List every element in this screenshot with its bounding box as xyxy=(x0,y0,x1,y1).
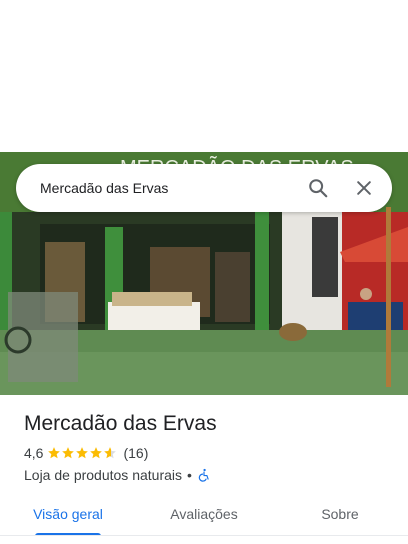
star-icon xyxy=(62,447,75,459)
star-icon xyxy=(48,447,61,459)
place-details-panel: MERCADÃO DAS ERVAS xyxy=(0,0,408,544)
star-icon xyxy=(104,447,117,459)
tab-reviews[interactable]: Avaliações xyxy=(136,500,272,544)
rating-row[interactable]: 4,6 (16) xyxy=(24,444,384,462)
tabs-divider xyxy=(0,535,408,536)
review-count: (16) xyxy=(123,445,149,461)
tab-about[interactable]: Sobre xyxy=(272,500,408,544)
search-bar[interactable]: Mercadão das Ervas xyxy=(16,164,392,212)
star-icon xyxy=(90,447,103,459)
place-category: Loja de produtos naturais xyxy=(24,467,182,483)
clear-search-button[interactable] xyxy=(344,168,384,208)
wheelchair-accessible-icon xyxy=(198,468,209,482)
star-rating xyxy=(47,446,117,460)
close-icon xyxy=(357,181,371,195)
star-icon xyxy=(76,447,89,459)
place-tabs: Visão geral Avaliações Sobre xyxy=(0,500,408,544)
tab-reviews-label: Avaliações xyxy=(170,506,238,522)
search-input[interactable]: Mercadão das Ervas xyxy=(16,180,298,196)
tab-about-label: Sobre xyxy=(321,506,359,522)
separator-dot: • xyxy=(187,467,192,483)
tab-overview-label: Visão geral xyxy=(33,506,103,522)
search-icon xyxy=(309,179,328,198)
place-info: Mercadão das Ervas 4,6 (16) Loja de prod… xyxy=(0,395,408,483)
tab-overview[interactable]: Visão geral xyxy=(0,500,136,544)
category-row: Loja de produtos naturais • xyxy=(24,467,384,483)
search-button[interactable] xyxy=(298,168,338,208)
place-title: Mercadão das Ervas xyxy=(24,412,217,435)
rating-value: 4,6 xyxy=(24,445,44,461)
